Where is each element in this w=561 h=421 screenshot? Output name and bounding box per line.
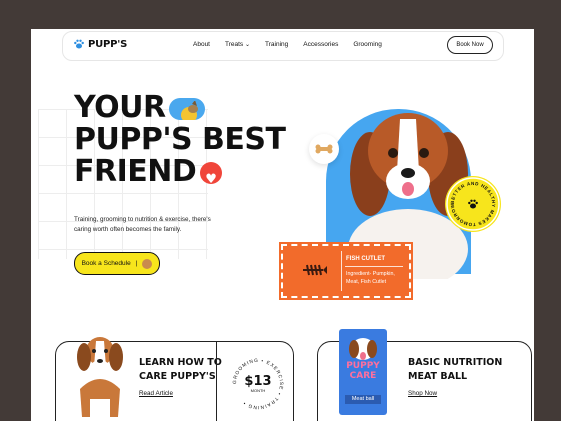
nutrition-card-title: BASIC NUTRITION MEAT BALL <box>408 356 502 384</box>
paw-icon <box>74 39 84 49</box>
care-card-title-line1: LEARN HOW TO <box>139 357 222 368</box>
bone-icon <box>315 144 333 154</box>
read-article-link[interactable]: Read Article <box>139 390 173 397</box>
card-divider <box>216 341 217 421</box>
hero-description: Training, grooming to nutrition & exerci… <box>74 216 211 233</box>
bag-dog-illustration <box>349 338 377 360</box>
nav-item-grooming[interactable]: Grooming <box>353 41 382 48</box>
nutrition-card-title-line1: BASIC NUTRITION <box>408 357 503 368</box>
paw-icon <box>468 199 478 209</box>
landing-page: PUPP'S About Treats ⌄ Training Accessori… <box>31 29 534 421</box>
ticket-divider <box>341 251 342 291</box>
top-navbar: PUPP'S About Treats ⌄ Training Accessori… <box>62 31 504 61</box>
nav-item-training[interactable]: Training <box>265 41 288 48</box>
book-schedule-button[interactable]: Book a Schedule | <box>74 252 160 275</box>
puppy-care-bag-image: PUPPY CARE Meat ball <box>339 329 387 415</box>
care-card-title: LEARN HOW TO CARE PUPPY'S <box>139 356 222 384</box>
heart-icon <box>200 161 223 196</box>
price-ring: GROOMING • EXERCISE • TRAINING • $13 MON… <box>232 358 283 410</box>
fish-cutlet-ticket: FISH CUTLET Ingredient- Pumpkin, Meat, F… <box>279 242 413 300</box>
hero-line-2: PUPP'S BEST <box>74 122 286 157</box>
nav-item-accessories[interactable]: Accessories <box>303 41 338 48</box>
book-now-button[interactable]: Book Now <box>447 36 493 54</box>
shop-now-link[interactable]: Shop Now <box>408 390 437 397</box>
ticket-ingredients: Ingredient- Pumpkin, Meat, Fish Cutlet <box>346 271 395 285</box>
hero-line-3-text: FRIEND <box>74 154 197 189</box>
chevron-down-icon: ⌄ <box>245 41 251 48</box>
book-schedule-label: Book a Schedule <box>81 260 131 267</box>
nav-item-treats[interactable]: Treats ⌄ <box>225 41 250 48</box>
bone-icon-bubble <box>309 134 339 164</box>
ticket-underline <box>345 266 403 267</box>
nav-item-about[interactable]: About <box>193 41 210 48</box>
dog-icon <box>142 258 153 269</box>
bag-sub-label: Meat ball <box>345 395 381 404</box>
hero-line-1-text: YOUR <box>74 90 166 125</box>
nav-item-label: Treats <box>225 41 244 48</box>
ticket-title: FISH CUTLET <box>346 256 385 262</box>
bag-brand-label: PUPPY CARE <box>346 361 380 381</box>
price-value: $13 <box>244 374 271 389</box>
hero-line-1: YOUR <box>74 92 286 124</box>
care-card-title-line2: CARE PUPPY'S <box>139 371 216 382</box>
fish-bone-icon <box>303 264 327 276</box>
brand-logo[interactable]: PUPP'S <box>73 38 127 50</box>
hero-line-3: FRIEND <box>74 154 286 196</box>
beagle-dog-image <box>77 337 123 421</box>
nav-menu: About Treats ⌄ Training Accessories Groo… <box>193 41 382 48</box>
brand-name: PUPP'S <box>88 38 128 50</box>
healthy-badge: BETTER AND HEALTHY MAKES TOMORROW <box>445 176 501 232</box>
nutrition-card-title-line2: MEAT BALL <box>408 371 468 382</box>
price-unit: MONTH <box>251 388 266 393</box>
dog-bubble-image <box>168 97 205 120</box>
hero-heading: YOUR PUPP'S BEST FRIEND <box>74 92 286 196</box>
separator: | <box>135 260 138 267</box>
